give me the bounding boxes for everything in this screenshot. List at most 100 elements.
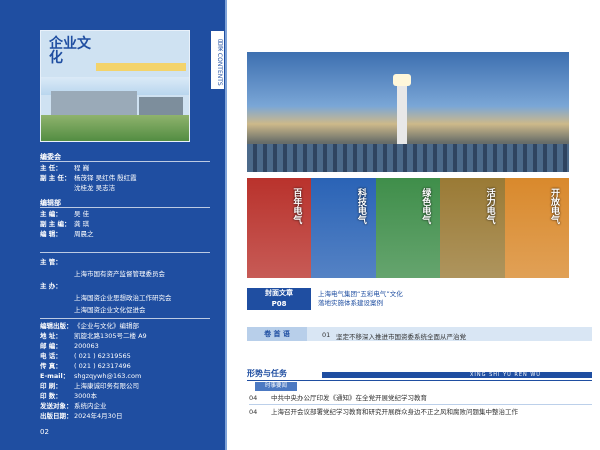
masthead-row: 印 刷： 上海康诚印务有限公司 — [40, 382, 139, 390]
theme-strip: 活力电气 — [440, 178, 505, 278]
masthead-value: 系统内企业 — [74, 402, 107, 410]
solar-receiver — [393, 74, 411, 86]
masthead-row: 主 编： 吴 佳 — [40, 210, 89, 218]
section-underline — [247, 380, 592, 381]
toc-item-title: 中共中央办公厅印发《通知》在全党开展党纪学习教育 — [271, 394, 427, 402]
heliostat-field — [247, 144, 569, 172]
masthead-row: 上海国资企业思想政治工作研究会 — [40, 294, 172, 302]
masthead-value: 《企业与文化》编辑部 — [74, 322, 139, 330]
toc-item[interactable]: 04 上海召开会议部署党纪学习教育和研究开展群众身边不正之风和腐败问题集中整治工作 — [249, 408, 592, 417]
masthead-key: E-mail： — [40, 372, 70, 380]
toc-item[interactable]: 04 中共中央办公厅印发《通知》在全党开展党纪学习教育 — [249, 394, 592, 403]
masthead-row: 沈桂龙 吴志洁 — [40, 184, 115, 192]
masthead-key: 主 编： — [40, 210, 62, 218]
masthead-key: 编辑出版： — [40, 322, 73, 330]
section-bar — [322, 372, 592, 378]
masthead-value: 龚 琪 — [74, 220, 90, 228]
masthead-value: shgzqywh@163.com — [74, 372, 142, 380]
feature-label: 封面文章 — [265, 289, 293, 297]
masthead-row: 地 址： 凯旋北路1305号二楼 A9 — [40, 332, 147, 340]
toc-separator — [249, 404, 592, 405]
cover-title: 企业文化 — [49, 36, 91, 66]
masthead-value: 上海国资企业文化促进会 — [74, 306, 146, 314]
page-divider — [225, 0, 227, 450]
masthead-row: 上海市国有资产监督管理委员会 — [40, 270, 165, 278]
feature-page: P08 — [271, 300, 287, 308]
page-number: 02 — [40, 428, 49, 436]
feature-title-line2: 落地实施体系建设案例 — [318, 299, 383, 307]
masthead-value: 凯旋北路1305号二楼 A9 — [74, 332, 147, 340]
masthead-key: 电 话： — [40, 352, 62, 360]
masthead-value: ( 021 ) 62317496 — [74, 362, 131, 370]
masthead-value: 周晨之 — [74, 230, 94, 238]
masthead-row: 副 主 任： 杨茂铎 吴红伟 殷红霞 — [40, 174, 137, 182]
masthead-row: 邮 编： 200063 — [40, 342, 99, 350]
masthead-value: 沈桂龙 吴志洁 — [74, 184, 116, 192]
feature-title[interactable]: 上海电气集团“五彩电气”文化 落地实施体系建设案例 — [318, 290, 403, 308]
theme-strip-label: 百年电气 — [291, 188, 302, 224]
masthead-key: 副 主 编： — [40, 220, 71, 228]
divider — [40, 161, 215, 162]
masthead-row: 印 数： 3000本 — [40, 392, 97, 400]
theme-strip: 绿色电气 — [375, 178, 441, 278]
masthead-key: 发送对象： — [40, 402, 73, 410]
toc-item-page: 04 — [249, 408, 258, 416]
cover-thumbnail[interactable]: 企业文化 — [40, 30, 190, 142]
feature-badge[interactable]: 封面文章 P08 — [247, 288, 311, 310]
masthead-key: 印 刷： — [40, 382, 62, 390]
theme-strip: 开放电气 — [504, 178, 570, 278]
cover-photo-solar-tower — [247, 52, 569, 172]
theme-strip-label: 绿色电气 — [420, 188, 431, 224]
masthead-key: 地 址： — [40, 332, 62, 340]
masthead-row: 编 辑： 周晨之 — [40, 230, 94, 238]
masthead-value: 吴 佳 — [74, 210, 90, 218]
masthead-row: 电 话： ( 021 ) 62319565 — [40, 352, 131, 360]
foreword-page: 01 — [322, 331, 331, 339]
theme-strip: 百年电气 — [247, 178, 312, 278]
masthead-key: 印 数： — [40, 392, 62, 400]
masthead-row: 主 任： 程 巍 — [40, 164, 89, 172]
masthead-key: 副 主 任： — [40, 174, 71, 182]
divider — [40, 318, 215, 319]
solar-tower — [397, 82, 407, 144]
theme-strip-label: 活力电气 — [484, 188, 495, 224]
masthead-row: 传 真： ( 021 ) 62317496 — [40, 362, 131, 370]
masthead-key: 主 办： — [40, 282, 62, 290]
masthead-row: 主 办： — [40, 282, 74, 290]
feature-title-line1: 上海电气集团“五彩电气”文化 — [318, 290, 403, 298]
foreword-label: 卷 首 语 — [247, 327, 307, 341]
masthead-value: 3000本 — [74, 392, 98, 400]
masthead-key: 编 辑： — [40, 230, 62, 238]
masthead-key: 出版日期： — [40, 412, 73, 420]
masthead-value: 程 巍 — [74, 164, 90, 172]
divider — [40, 252, 215, 253]
toc-item-title: 上海召开会议部署党纪学习教育和研究开展群众身边不正之风和腐败问题集中整治工作 — [271, 408, 518, 416]
toc-item-page: 04 — [249, 394, 258, 402]
masthead-key: 主 任： — [40, 164, 62, 172]
cover-banner — [96, 63, 186, 71]
divider — [40, 207, 215, 208]
subsection-tag: 时事要闻 — [255, 382, 297, 391]
theme-strip: 科技电气 — [311, 178, 376, 278]
masthead-key: 主 管： — [40, 258, 62, 266]
masthead-row: 副 主 编：龚 琪 — [40, 220, 89, 228]
section-pinyin: XING SHI YU REN WU — [470, 372, 541, 378]
masthead-value: 200063 — [74, 342, 99, 350]
theme-strip-label: 科技电气 — [355, 188, 366, 224]
masthead-value: 上海国资企业思想政治工作研究会 — [74, 294, 172, 302]
masthead-value: ( 021 ) 62319565 — [74, 352, 131, 360]
toc-tab-label[interactable]: 目录 CONTENTS — [210, 30, 225, 90]
foreword-title[interactable]: 坚定不移深入推进市国资委系统全面从严治党 — [336, 331, 466, 341]
masthead-row: 编辑出版： 《企业与文化》编辑部 — [40, 322, 139, 330]
masthead-value: 杨茂铎 吴红伟 殷红霞 — [74, 174, 137, 182]
cover-building — [51, 91, 137, 115]
cover-ground — [41, 115, 189, 141]
masthead-value: 2024年4月30日 — [74, 412, 123, 420]
theme-strip-label: 开放电气 — [549, 188, 560, 224]
masthead-row: 发送对象： 系统内企业 — [40, 402, 107, 410]
masthead-row: 主 管： — [40, 258, 74, 266]
masthead-row: E-mail： shgzqywh@163.com — [40, 372, 141, 380]
theme-strips: 百年电气 科技电气 绿色电气 活力电气 开放电气 — [247, 178, 570, 278]
masthead-key: 传 真： — [40, 362, 62, 370]
masthead-row: 上海国资企业文化促进会 — [40, 306, 146, 314]
